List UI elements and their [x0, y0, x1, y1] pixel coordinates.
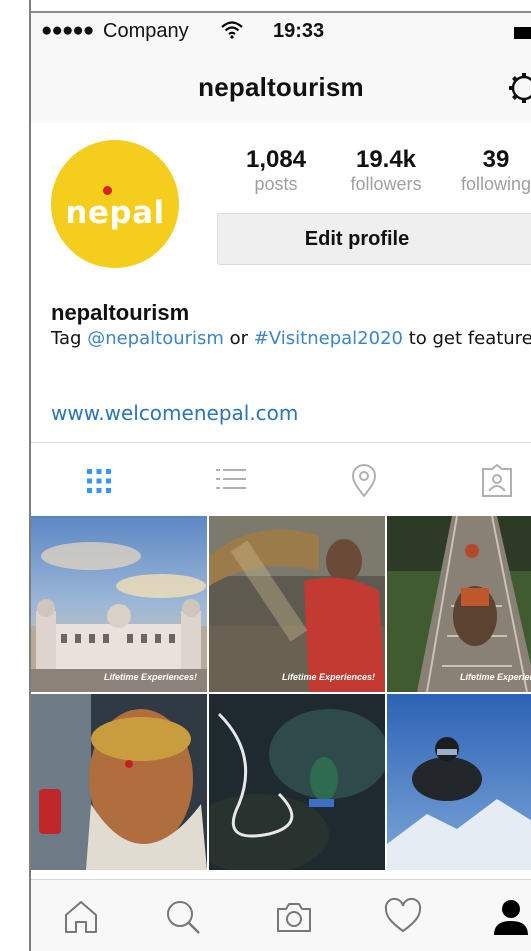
carrier-name: Company	[103, 20, 189, 42]
post-grid: Lifetime Experiences! Lifetime Experienc…	[31, 516, 531, 872]
frame-left-edge	[0, 0, 31, 951]
followers-count: 19.4k	[355, 146, 417, 173]
device-frame: ●●●●● Company 19:33 nepaltourism nepal 1…	[0, 0, 531, 951]
post-thumbnail-sadhu[interactable]	[31, 694, 207, 870]
post-thumbnail-palace[interactable]: Lifetime Experiences!	[31, 516, 207, 692]
stat-followers[interactable]: 19.4k followers	[336, 147, 436, 195]
post-thumbnail-winnowing[interactable]: Lifetime Experiences!	[209, 516, 385, 692]
nav-bar: nepaltourism	[31, 51, 531, 124]
palace-photo	[31, 516, 207, 692]
tagged-photo-icon[interactable]	[479, 463, 515, 499]
skydiver-photo	[387, 694, 531, 870]
following-label: following	[460, 174, 531, 194]
profile-username: nepaltourism	[51, 300, 190, 325]
stat-posts[interactable]: 1,084 posts	[236, 147, 316, 195]
posts-label: posts	[254, 174, 298, 194]
profile-header: nepal 1,084 posts 19.4k followers 39 fol…	[31, 123, 531, 425]
location-pin-icon[interactable]	[346, 463, 382, 499]
bio-suffix: to get featured	[402, 328, 531, 349]
app-screen: ●●●●● Company 19:33 nepaltourism nepal 1…	[31, 13, 531, 951]
post-caption: Lifetime Experiences!	[281, 672, 375, 682]
bio-hashtag-link[interactable]: #Visitnepal2020	[254, 328, 403, 349]
gear-icon[interactable]	[507, 71, 531, 105]
following-count: 39	[482, 146, 510, 173]
edit-profile-label: Edit profile	[304, 228, 410, 250]
sadhu-photo	[31, 694, 207, 870]
stat-following[interactable]: 39 following	[446, 147, 531, 195]
post-caption: Lifetime Experiences!	[103, 672, 197, 682]
bio-prefix: Tag	[51, 328, 88, 349]
battery-icon	[514, 27, 531, 39]
heart-icon[interactable]	[383, 897, 423, 937]
grid-icon[interactable]	[81, 463, 117, 499]
view-tabs	[31, 442, 531, 518]
posts-count: 1,084	[245, 146, 307, 173]
profile-bio: Tag @nepaltourism or #Visitnepal2020 to …	[51, 328, 531, 349]
website-link[interactable]: www.welcomenepal.com	[51, 401, 298, 425]
status-time: 19:33	[273, 20, 325, 42]
winnowing-photo	[209, 516, 385, 692]
home-icon[interactable]	[61, 897, 101, 937]
avatar-logo: nepal	[65, 195, 165, 231]
logo-dot	[103, 186, 112, 195]
bridge-photo	[387, 516, 531, 692]
signal-strength: ●●●●●	[41, 20, 94, 41]
followers-label: followers	[350, 174, 422, 194]
post-thumbnail-bungee[interactable]	[209, 694, 385, 870]
status-bar: ●●●●● Company 19:33	[31, 13, 531, 51]
wifi-icon	[221, 20, 243, 46]
post-caption: Lifetime Experiences!	[459, 672, 531, 682]
post-thumbnail-bridge[interactable]: Lifetime Experiences!	[387, 516, 531, 692]
avatar[interactable]: nepal	[51, 140, 179, 268]
bio-middle: or	[223, 328, 254, 349]
bottom-tab-bar	[31, 879, 531, 951]
bungee-photo	[209, 694, 385, 870]
search-icon[interactable]	[163, 897, 203, 937]
list-icon[interactable]	[213, 463, 249, 499]
frame-top-edge	[31, 0, 531, 13]
bio-mention-link[interactable]: @nepaltourism	[87, 328, 224, 349]
post-thumbnail-skydiver[interactable]	[387, 694, 531, 870]
camera-icon[interactable]	[274, 897, 314, 937]
edit-profile-button[interactable]: Edit profile	[217, 213, 531, 265]
profile-icon[interactable]	[491, 897, 531, 937]
page-title: nepaltourism	[198, 72, 364, 102]
